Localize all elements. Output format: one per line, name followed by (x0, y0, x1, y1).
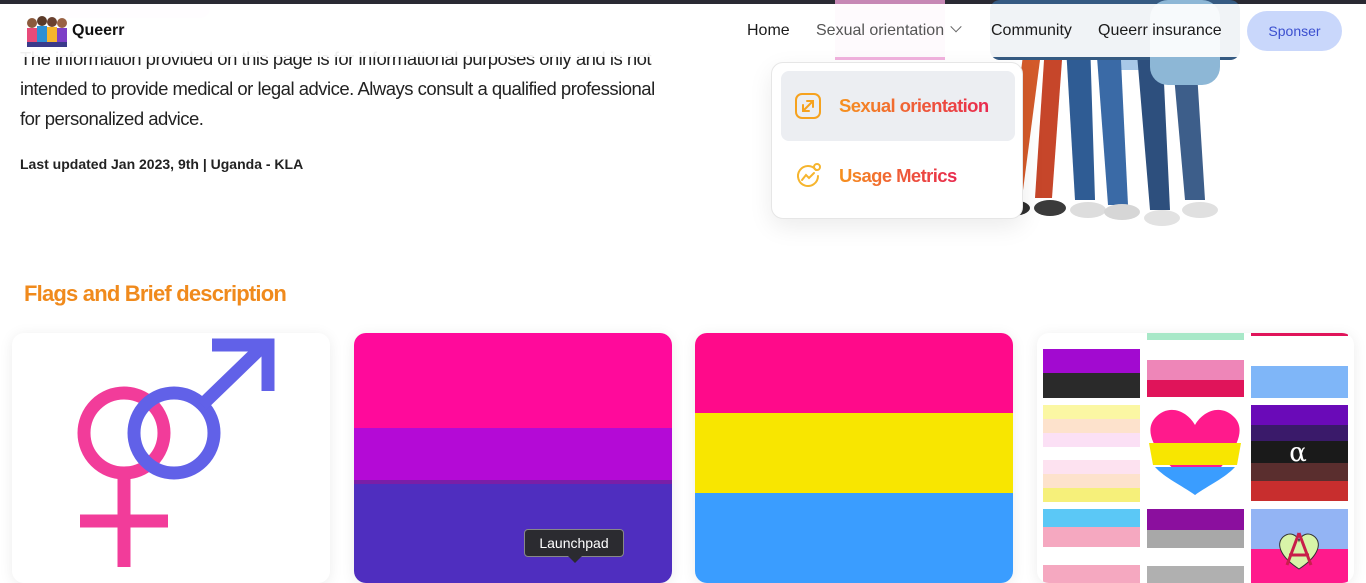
alpha-glyph: α (1289, 438, 1307, 468)
sponsor-button[interactable]: Sponser (1247, 11, 1342, 51)
flag-stripe-pink (695, 333, 1013, 413)
heterosexual-symbol-image (77, 338, 275, 567)
flag-stripe-purple (354, 428, 672, 480)
section-title: Flags and Brief description (24, 281, 287, 306)
nav-queerr-insurance[interactable]: Queerr insurance (1098, 22, 1222, 40)
nav-home[interactable]: Home (747, 22, 790, 40)
nav-community[interactable]: Community (991, 22, 1072, 40)
flag-stripe-yellow (695, 413, 1013, 493)
flag-stripe-blue (354, 484, 672, 583)
flag-card-heterosexual[interactable] (12, 333, 330, 583)
launchpad-tooltip: Launchpad (524, 529, 624, 563)
brand-name[interactable]: Queerr (72, 22, 124, 40)
chart-trend-icon (797, 163, 821, 187)
flag-card-collage[interactable]: α (1037, 333, 1354, 583)
disclaimer-text: The information provided on this page is… (20, 48, 655, 129)
dropdown-item-sexual-orientation[interactable]: Sexual orientation (781, 71, 1015, 141)
flag-card-pansexual[interactable] (695, 333, 1013, 583)
flag-stripe-blue (695, 493, 1013, 583)
flag-collage-image: α (1043, 333, 1348, 583)
chevron-down-icon (950, 21, 962, 33)
last-updated: Last updated Jan 2023, 9th | Uganda - KL… (20, 156, 304, 172)
nav-sexual-orientation[interactable]: Sexual orientation (816, 21, 962, 40)
dropdown-item-label: Sexual orientation (839, 95, 989, 116)
navbar: Queerr Home Sexual orientation Community… (0, 4, 1366, 57)
dropdown-item-label: Usage Metrics (839, 165, 957, 186)
flag-stripe-pink (354, 333, 672, 428)
dropdown-item-usage-metrics[interactable]: Usage Metrics (781, 141, 1015, 211)
nav-sexual-orientation-label: Sexual orientation (816, 22, 945, 39)
queerr-logo[interactable] (24, 13, 70, 49)
sexual-orientation-dropdown: Sexual orientation Usage Metrics (771, 62, 1023, 219)
expand-arrows-icon (795, 93, 821, 119)
flag-card-bisexual[interactable] (354, 333, 672, 583)
